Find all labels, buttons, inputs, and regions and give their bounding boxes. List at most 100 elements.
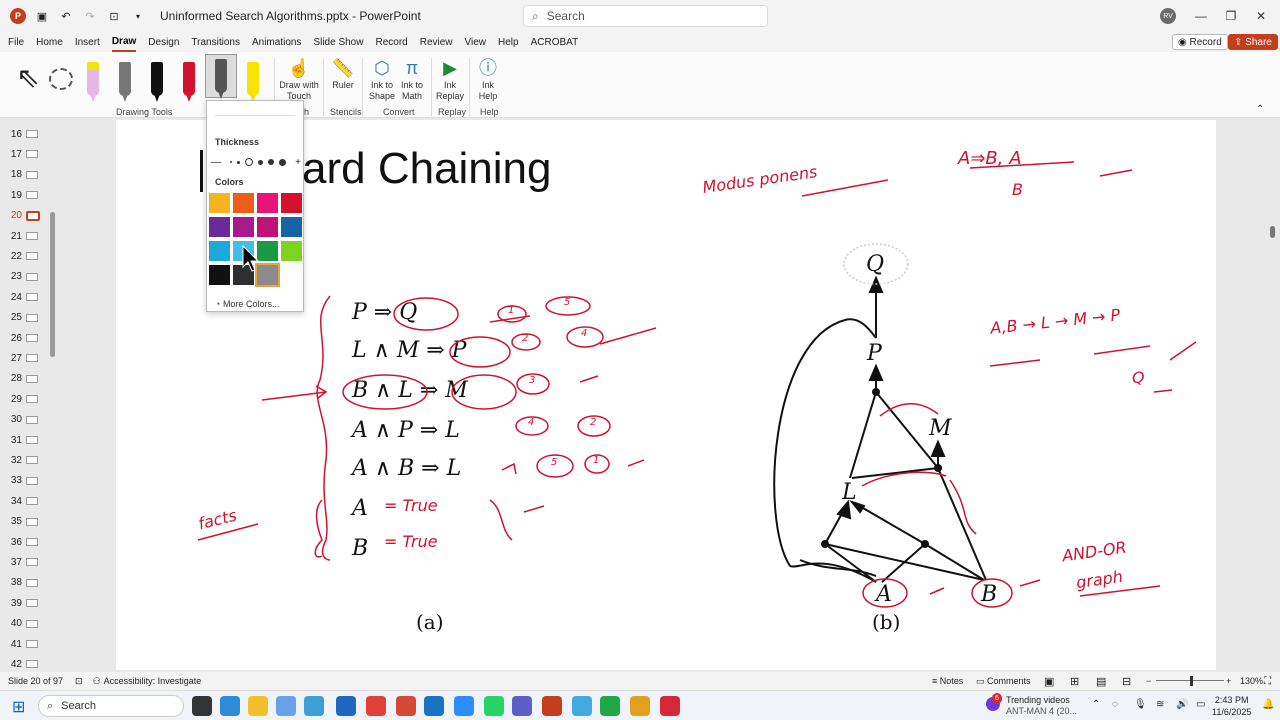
ink-chain-result: Q [1132, 368, 1145, 387]
notes-button[interactable]: ≡ Notes [932, 676, 963, 686]
tray-chevron-icon[interactable]: ⌃ [1092, 699, 1100, 710]
office-app-icon[interactable] [276, 696, 296, 716]
color-swatch[interactable] [281, 217, 302, 237]
comment-icon: ▭ [976, 675, 988, 686]
zoom-level[interactable]: 130% [1240, 676, 1263, 686]
accessibility-icon[interactable]: ⚇ [93, 676, 101, 687]
thickness-dot-1[interactable] [230, 161, 233, 163]
ink-num-1: 1 [508, 305, 515, 316]
thickness-dot-4[interactable] [258, 159, 264, 165]
acrobat-icon[interactable] [660, 696, 680, 716]
taskbar-search-input[interactable]: ⌕ Search [38, 695, 184, 717]
node-a: A [876, 582, 892, 607]
fit-to-window-icon[interactable]: ⛶ [1264, 676, 1271, 687]
color-swatch[interactable] [281, 241, 302, 261]
app-icon-16[interactable] [630, 696, 650, 716]
chrome-icon[interactable] [366, 696, 386, 716]
windows-start-icon[interactable]: ⊞ [12, 697, 25, 717]
zoom-in-icon[interactable]: + [1226, 676, 1231, 686]
thickness-dot-5[interactable] [268, 159, 275, 165]
news-badge: 6 [992, 693, 1002, 704]
zoom-slider-thumb[interactable] [1190, 676, 1193, 686]
clock-date: 11/6/2025 [1212, 707, 1252, 717]
notes-label: Notes [939, 676, 964, 686]
notifications-icon[interactable]: 🔔 [1262, 699, 1274, 710]
app-icon-15[interactable] [600, 696, 620, 716]
powerpoint-taskbar-icon[interactable] [542, 696, 562, 716]
whatsapp-icon[interactable] [484, 696, 504, 716]
clock[interactable]: 2:43 PM 11/6/2025 [1212, 694, 1251, 718]
thicker-icon[interactable]: + [295, 157, 301, 168]
color-swatch[interactable] [257, 217, 278, 237]
ink-num-3: 2 [522, 333, 529, 344]
app-icon-6[interactable] [336, 696, 356, 716]
palette-icon: ◔ [215, 299, 223, 309]
status-bar: Slide 20 of 97 ⊡ ⚇ Accessibility: Invest… [0, 672, 1280, 690]
ink-num-8: 5 [551, 457, 558, 468]
task-view-icon[interactable] [192, 696, 212, 716]
color-swatch[interactable] [209, 217, 230, 237]
color-swatch[interactable] [209, 241, 230, 261]
thickness-dot-2[interactable] [237, 160, 241, 164]
ink-num-2: 5 [564, 297, 571, 308]
accessibility-status[interactable]: Accessibility: Investigate [104, 676, 202, 686]
pen-options-popup: Thickness — + Colors ◔ More Colors... [206, 100, 304, 312]
ink-num-6: 4 [528, 417, 535, 428]
taskbar: ⊞ ⌕ Search 6 Trending videos ANT-MAN 4 (2… [0, 690, 1280, 720]
zoom-out-icon[interactable]: − [1146, 676, 1151, 686]
chrome-profile-icon[interactable] [396, 696, 416, 716]
reading-view-icon[interactable]: ▤ [1096, 675, 1106, 688]
battery-icon[interactable]: ▭ [1196, 699, 1205, 710]
thickness-label: Thickness [215, 137, 260, 147]
and-or-graph [197, 161, 1197, 608]
color-swatch[interactable] [281, 193, 302, 213]
color-swatch[interactable] [209, 265, 230, 285]
color-swatch[interactable] [233, 193, 254, 213]
color-swatch[interactable] [255, 263, 280, 287]
thickness-dot-6[interactable] [279, 158, 287, 166]
network-icon[interactable]: ◌ [1112, 699, 1118, 710]
news-title: Trending videos [1006, 695, 1070, 705]
microphone-icon[interactable]: 🎙 [1134, 699, 1147, 710]
ink-inference-result: B [1012, 180, 1023, 199]
news-subtitle: ANT-MAN 4 (20... [1006, 706, 1078, 716]
thickness-steps [230, 158, 287, 166]
zoom-icon[interactable] [454, 696, 474, 716]
app-icon-14[interactable] [572, 696, 592, 716]
notes-icon: ≡ [932, 676, 940, 686]
color-swatch[interactable] [257, 241, 278, 261]
wifi-icon[interactable]: ≋ [1156, 699, 1164, 710]
color-swatch[interactable] [257, 193, 278, 213]
more-colors-button[interactable]: ◔ More Colors... [215, 299, 279, 309]
comments-button[interactable]: ▭ Comments [976, 676, 1031, 687]
colors-label: Colors [215, 177, 244, 187]
ink-num-7: 2 [590, 417, 597, 428]
news-widget[interactable]: 6 Trending videos ANT-MAN 4 (20... [986, 693, 1078, 717]
mouse-cursor-icon [242, 245, 260, 272]
ink-num-4: 4 [581, 328, 588, 339]
clock-time: 2:43 PM [1214, 695, 1249, 705]
word-icon[interactable] [304, 696, 324, 716]
slide-sorter-icon[interactable]: ⊞ [1070, 675, 1079, 688]
teams-icon[interactable] [512, 696, 532, 716]
node-b: B [981, 582, 998, 607]
slideshow-view-icon[interactable]: ⊟ [1122, 675, 1131, 688]
spell-check-icon[interactable]: ⊡ [75, 676, 83, 687]
search-icon: ⌕ [47, 699, 54, 712]
color-swatch[interactable] [233, 217, 254, 237]
thinner-icon[interactable]: — [211, 157, 221, 168]
volume-icon[interactable]: 🔊 [1176, 699, 1188, 710]
ink-true-2: = True [384, 532, 438, 551]
thickness-dot-selected[interactable] [245, 158, 254, 166]
node-m: M [929, 416, 952, 441]
ink-num-5: 3 [529, 375, 536, 386]
color-swatch[interactable] [209, 193, 230, 213]
thickness-slider[interactable]: — + [211, 155, 301, 169]
ink-true-1: = True [384, 496, 438, 515]
file-explorer-icon[interactable] [248, 696, 268, 716]
edge-icon[interactable] [220, 696, 240, 716]
app-icon-9[interactable] [424, 696, 444, 716]
slide-counter: Slide 20 of 97 [8, 676, 64, 686]
ink-inference-rule: A⇒B, A [958, 148, 1022, 169]
normal-view-icon[interactable]: ▣ [1044, 675, 1054, 688]
